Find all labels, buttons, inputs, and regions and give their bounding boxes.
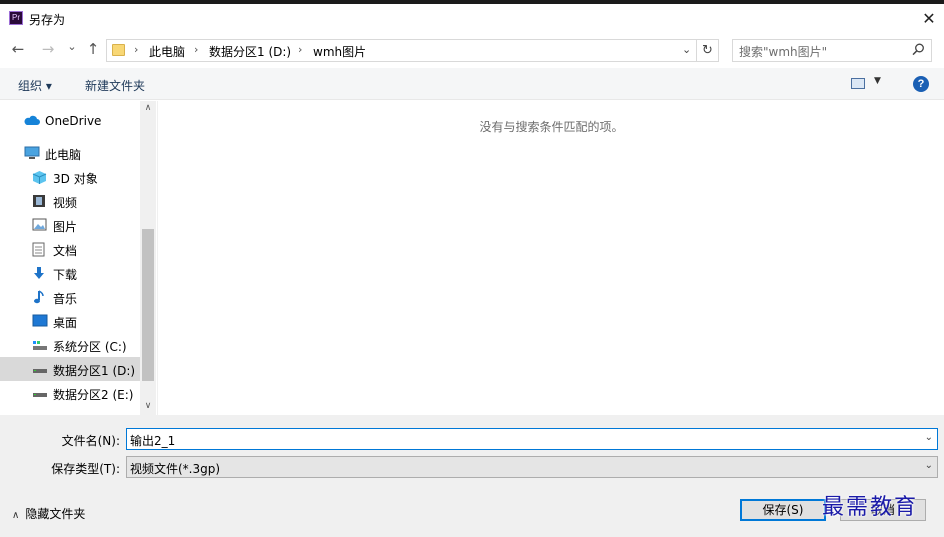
filetype-value: 视频文件(*.3gp) [130, 462, 221, 476]
filename-label: 文件名(N): [61, 434, 120, 448]
file-list-area[interactable]: 没有与搜索条件匹配的项。 [157, 101, 944, 415]
sidebar-item-label: 数据分区2 (E:) [53, 388, 134, 402]
forward-arrow-icon[interactable]: → [40, 41, 56, 57]
desktop-icon [32, 314, 48, 327]
up-arrow-icon[interactable]: ↑ [85, 41, 101, 57]
navigation-scrollbar[interactable]: ∧ ∨ [140, 101, 156, 415]
filetype-dropdown-chevron-icon[interactable]: ⌄ [925, 460, 933, 471]
new-folder-button[interactable]: 新建文件夹 [85, 77, 145, 94]
breadcrumb-data-partition-d[interactable]: 数据分区1 (D:) [209, 43, 291, 60]
command-toolbar: 组织 ▾ 新建文件夹 ▼ ? [0, 68, 944, 100]
sidebar-item-downloads[interactable]: 下载 [0, 261, 140, 285]
sidebar-item-label: 音乐 [53, 292, 78, 306]
search-icon [912, 43, 925, 60]
filename-value: 输出2_1 [130, 434, 176, 448]
sidebar-item-label: 视频 [53, 196, 78, 210]
download-icon [32, 266, 47, 279]
sidebar-item-label: 下载 [53, 268, 78, 282]
sidebar-item-system-partition-c[interactable]: 系统分区 (C:) [0, 333, 140, 357]
title-bar: Pr 另存为 ✕ [0, 4, 944, 33]
filename-input[interactable]: 输出2_1 ⌄ [126, 428, 938, 450]
picture-icon [32, 218, 47, 231]
film-icon [32, 194, 47, 207]
help-icon[interactable]: ? [913, 76, 929, 92]
organize-menu-button[interactable]: 组织 ▾ [18, 77, 52, 94]
sidebar-item-3d-objects[interactable]: 3D 对象 [0, 165, 140, 189]
sidebar-item-desktop[interactable]: 桌面 [0, 309, 140, 333]
breadcrumb-separator: › [194, 43, 199, 56]
sidebar-item-data-partition-d[interactable]: 数据分区1 (D:) [0, 357, 140, 381]
music-icon [32, 290, 47, 304]
address-row: ← → ⌄ ↑ › 此电脑 › 数据分区1 (D:) › wmh图片 ⌄ ↻ 搜… [0, 33, 944, 68]
breadcrumb-separator: › [298, 43, 303, 56]
filetype-select[interactable]: 视频文件(*.3gp) ⌄ [126, 456, 938, 478]
search-placeholder: 搜索"wmh图片" [739, 45, 828, 59]
scrollbar-thumb[interactable] [142, 229, 154, 381]
sidebar-item-label: 图片 [53, 220, 78, 234]
sidebar-item-label: 系统分区 (C:) [53, 340, 127, 354]
change-view-icon[interactable] [851, 78, 865, 89]
back-arrow-icon[interactable]: ← [10, 41, 26, 57]
sidebar-item-documents[interactable]: 文档 [0, 237, 140, 261]
sidebar-item-pictures[interactable]: 图片 [0, 213, 140, 237]
search-input[interactable]: 搜索"wmh图片" [732, 39, 932, 62]
collapse-chevron-icon: ∧ [12, 510, 20, 521]
view-options-chevron-icon[interactable]: ▼ [874, 76, 881, 86]
hide-folders-toggle[interactable]: ∧ 隐藏文件夹 [12, 505, 85, 522]
scroll-down-chevron-icon[interactable]: ∨ [140, 401, 156, 411]
breadcrumb-wmh-pictures[interactable]: wmh图片 [313, 43, 366, 60]
drive-icon [32, 338, 47, 351]
hide-folders-label: 隐藏文件夹 [25, 507, 86, 521]
watermark-logo: 最需教育 [822, 495, 919, 520]
premiere-app-icon: Pr [9, 11, 23, 25]
drive-icon [32, 362, 47, 375]
refresh-icon[interactable]: ↻ [697, 39, 719, 62]
empty-results-message: 没有与搜索条件匹配的项。 [479, 120, 624, 134]
sidebar-item-label: 此电脑 [45, 148, 82, 162]
sidebar-item-label: OneDrive [45, 114, 102, 128]
dialog-title: 另存为 [29, 13, 66, 27]
navigation-pane: OneDrive 此电脑 3D 对象 视频 图片 文档 下载 音乐 桌面 系统分… [0, 101, 156, 415]
folder-icon [112, 44, 125, 56]
sidebar-item-videos[interactable]: 视频 [0, 189, 140, 213]
save-button[interactable]: 保存(S) [740, 499, 826, 521]
save-options-panel: 文件名(N): 输出2_1 ⌄ 保存类型(T): 视频文件(*.3gp) ⌄ ∧… [0, 415, 944, 537]
filetype-label: 保存类型(T): [51, 462, 120, 476]
sidebar-item-data-partition-e[interactable]: 数据分区2 (E:) [0, 381, 140, 405]
document-icon [32, 242, 47, 257]
sidebar-item-music[interactable]: 音乐 [0, 285, 140, 309]
close-icon[interactable]: ✕ [914, 4, 944, 33]
sidebar-item-label: 文档 [53, 244, 78, 258]
filename-dropdown-chevron-icon[interactable]: ⌄ [925, 432, 933, 443]
sidebar-item-this-pc[interactable]: 此电脑 [0, 141, 140, 165]
scroll-up-chevron-icon[interactable]: ∧ [140, 103, 156, 113]
drive-icon [32, 386, 47, 399]
sidebar-item-label: 3D 对象 [53, 172, 98, 186]
cloud-icon [24, 114, 40, 127]
address-bar[interactable]: › 此电脑 › 数据分区1 (D:) › wmh图片 ⌄ [106, 39, 697, 62]
computer-icon [24, 146, 40, 159]
cube-icon [32, 170, 47, 184]
breadcrumb-this-pc[interactable]: 此电脑 [149, 43, 185, 60]
recent-locations-chevron-icon[interactable]: ⌄ [64, 39, 80, 55]
breadcrumb-separator: › [134, 43, 139, 56]
sidebar-item-label: 桌面 [53, 316, 78, 330]
sidebar-item-onedrive[interactable]: OneDrive [0, 109, 140, 133]
address-dropdown-chevron-icon[interactable]: ⌄ [682, 43, 691, 56]
sidebar-item-label: 数据分区1 (D:) [53, 364, 136, 378]
